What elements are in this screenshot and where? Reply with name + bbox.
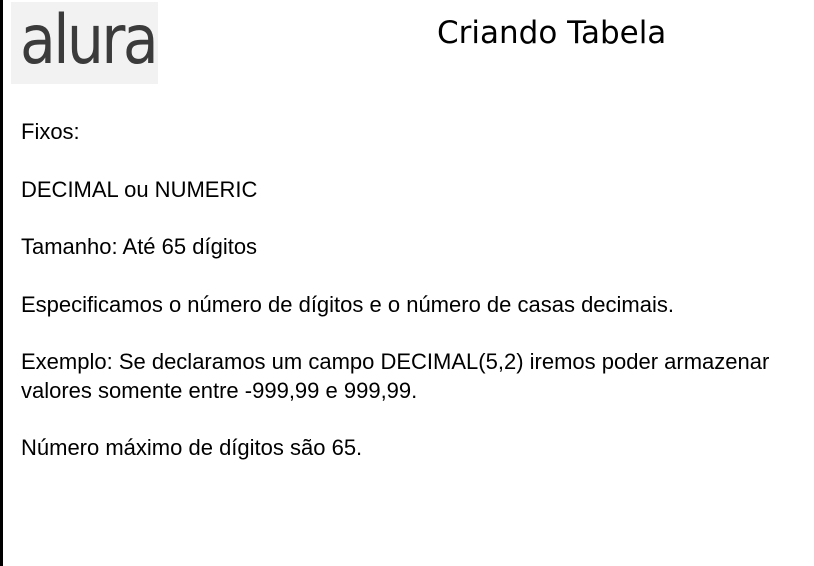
paragraph-fixos: Fixos: [21, 119, 80, 144]
paragraph-example: Exemplo: Se declaramos um campo DECIMAL(… [21, 349, 770, 403]
logo-text: alura [20, 1, 159, 80]
paragraph-size: Tamanho: Até 65 dígitos [21, 234, 258, 259]
paragraph-types: DECIMAL ou NUMERIC [21, 176, 258, 202]
slide-title: Criando Tabela [437, 15, 667, 51]
slide-content: Fixos: DECIMAL ou NUMERIC Tamanho: Até 6… [21, 118, 801, 492]
left-border [0, 0, 3, 566]
alura-logo: alura [11, 1, 159, 84]
paragraph-spec: Especificamos o número de dígitos e o nú… [21, 291, 674, 317]
paragraph-max: Número máximo de dígitos são 65. [21, 435, 363, 460]
